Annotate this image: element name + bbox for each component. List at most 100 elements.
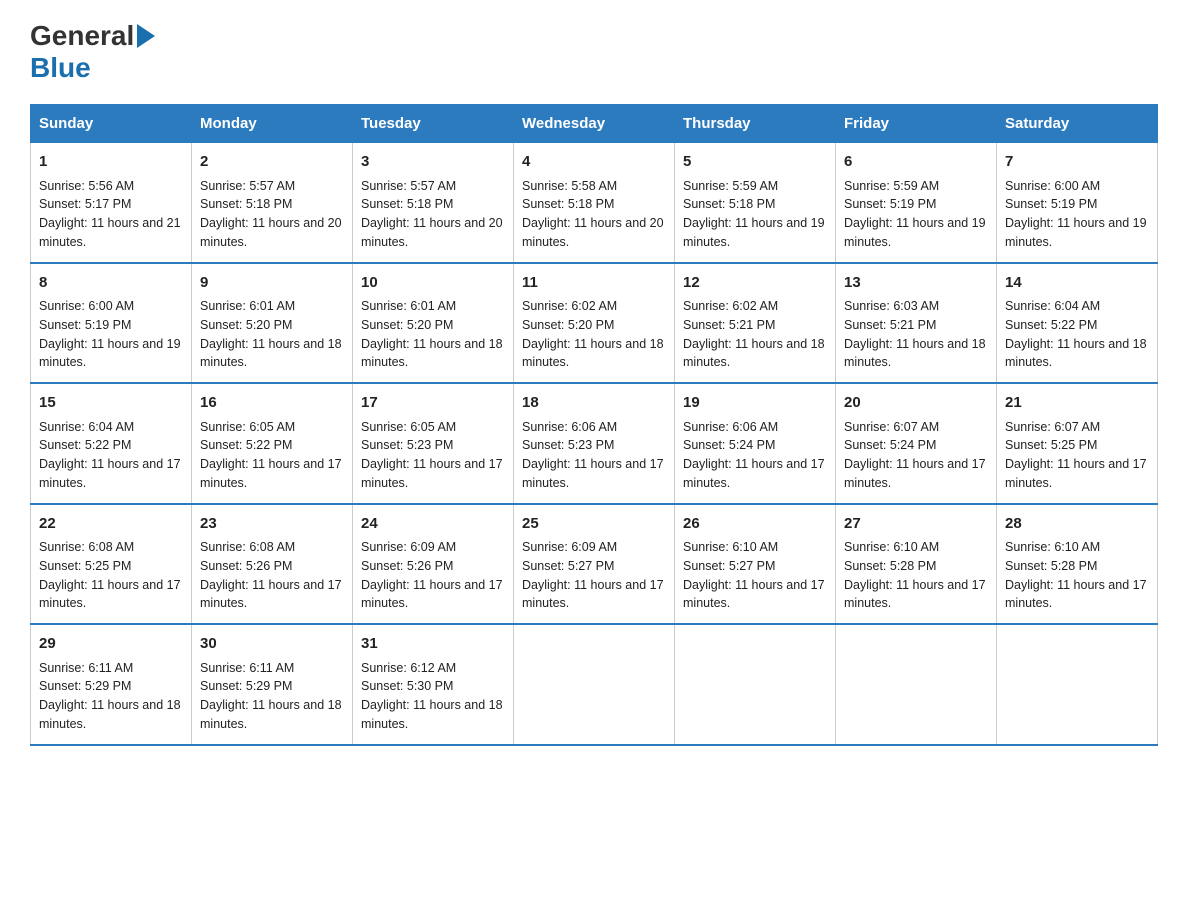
day-number: 1: [39, 151, 183, 174]
sunrise-info: Sunrise: 6:10 AM: [1005, 538, 1149, 557]
sunrise-info: Sunrise: 5:56 AM: [39, 177, 183, 196]
sunset-info: Sunset: 5:24 PM: [683, 436, 827, 455]
day-number: 19: [683, 392, 827, 415]
sunset-info: Sunset: 5:20 PM: [361, 316, 505, 335]
calendar-cell: 2Sunrise: 5:57 AMSunset: 5:18 PMDaylight…: [192, 143, 353, 263]
daylight-info: Daylight: 11 hours and 19 minutes.: [1005, 214, 1149, 252]
header-friday: Friday: [836, 105, 997, 143]
day-number: 10: [361, 272, 505, 295]
calendar-cell: [997, 624, 1158, 745]
day-number: 7: [1005, 151, 1149, 174]
calendar-cell: 12Sunrise: 6:02 AMSunset: 5:21 PMDayligh…: [675, 263, 836, 384]
sunrise-info: Sunrise: 6:07 AM: [844, 418, 988, 437]
calendar-cell: 25Sunrise: 6:09 AMSunset: 5:27 PMDayligh…: [514, 504, 675, 625]
calendar-cell: 3Sunrise: 5:57 AMSunset: 5:18 PMDaylight…: [353, 143, 514, 263]
sunset-info: Sunset: 5:18 PM: [522, 195, 666, 214]
sunset-info: Sunset: 5:29 PM: [200, 677, 344, 696]
sunset-info: Sunset: 5:19 PM: [39, 316, 183, 335]
daylight-info: Daylight: 11 hours and 17 minutes.: [522, 576, 666, 614]
sunset-info: Sunset: 5:24 PM: [844, 436, 988, 455]
daylight-info: Daylight: 11 hours and 18 minutes.: [200, 696, 344, 734]
day-number: 14: [1005, 272, 1149, 295]
daylight-info: Daylight: 11 hours and 19 minutes.: [844, 214, 988, 252]
sunset-info: Sunset: 5:29 PM: [39, 677, 183, 696]
daylight-info: Daylight: 11 hours and 19 minutes.: [39, 335, 183, 373]
daylight-info: Daylight: 11 hours and 21 minutes.: [39, 214, 183, 252]
day-number: 12: [683, 272, 827, 295]
header-monday: Monday: [192, 105, 353, 143]
daylight-info: Daylight: 11 hours and 17 minutes.: [361, 455, 505, 493]
sunrise-info: Sunrise: 6:11 AM: [39, 659, 183, 678]
logo-triangle-icon: [137, 24, 155, 48]
day-number: 24: [361, 513, 505, 536]
daylight-info: Daylight: 11 hours and 17 minutes.: [200, 576, 344, 614]
day-number: 2: [200, 151, 344, 174]
sunset-info: Sunset: 5:17 PM: [39, 195, 183, 214]
calendar-cell: 23Sunrise: 6:08 AMSunset: 5:26 PMDayligh…: [192, 504, 353, 625]
calendar-cell: 24Sunrise: 6:09 AMSunset: 5:26 PMDayligh…: [353, 504, 514, 625]
day-number: 11: [522, 272, 666, 295]
calendar-cell: 28 Sunrise: 6:10 AMSunset: 5:28 PMDayligh…: [997, 504, 1158, 625]
calendar-cell: 16Sunrise: 6:05 AMSunset: 5:22 PMDayligh…: [192, 383, 353, 504]
sunrise-info: Sunrise: 6:05 AM: [200, 418, 344, 437]
header-tuesday: Tuesday: [353, 105, 514, 143]
sunrise-info: Sunrise: 5:59 AM: [683, 177, 827, 196]
sunrise-info: Sunrise: 6:09 AM: [361, 538, 505, 557]
sunset-info: Sunset: 5:26 PM: [200, 557, 344, 576]
day-number: 25: [522, 513, 666, 536]
daylight-info: Daylight: 11 hours and 17 minutes.: [1005, 576, 1149, 614]
sunrise-info: Sunrise: 6:01 AM: [200, 297, 344, 316]
calendar-week-row: 29Sunrise: 6:11 AMSunset: 5:29 PMDayligh…: [31, 624, 1158, 745]
daylight-info: Daylight: 11 hours and 17 minutes.: [39, 455, 183, 493]
day-number: 31: [361, 633, 505, 656]
day-number: 26: [683, 513, 827, 536]
calendar-cell: 9Sunrise: 6:01 AMSunset: 5:20 PMDaylight…: [192, 263, 353, 384]
calendar-week-row: 22Sunrise: 6:08 AMSunset: 5:25 PMDayligh…: [31, 504, 1158, 625]
day-number: 18: [522, 392, 666, 415]
sunrise-info: Sunrise: 6:04 AM: [39, 418, 183, 437]
day-number: 9: [200, 272, 344, 295]
sunrise-info: Sunrise: 6:00 AM: [39, 297, 183, 316]
calendar-cell: 14Sunrise: 6:04 AMSunset: 5:22 PMDayligh…: [997, 263, 1158, 384]
day-number: 21: [1005, 392, 1149, 415]
header-wednesday: Wednesday: [514, 105, 675, 143]
day-number: 28: [1005, 513, 1149, 536]
logo: General Blue: [30, 20, 155, 84]
logo-general-text: General: [30, 20, 134, 52]
calendar-cell: 30Sunrise: 6:11 AMSunset: 5:29 PMDayligh…: [192, 624, 353, 745]
header-thursday: Thursday: [675, 105, 836, 143]
sunset-info: Sunset: 5:30 PM: [361, 677, 505, 696]
day-number: 8: [39, 272, 183, 295]
sunset-info: Sunset: 5:28 PM: [1005, 557, 1149, 576]
day-number: 15: [39, 392, 183, 415]
calendar-cell: 26Sunrise: 6:10 AMSunset: 5:27 PMDayligh…: [675, 504, 836, 625]
calendar-cell: 31Sunrise: 6:12 AMSunset: 5:30 PMDayligh…: [353, 624, 514, 745]
calendar-cell: 29Sunrise: 6:11 AMSunset: 5:29 PMDayligh…: [31, 624, 192, 745]
day-number: 13: [844, 272, 988, 295]
daylight-info: Daylight: 11 hours and 17 minutes.: [683, 576, 827, 614]
calendar-header-row: SundayMondayTuesdayWednesdayThursdayFrid…: [31, 105, 1158, 143]
sunrise-info: Sunrise: 6:05 AM: [361, 418, 505, 437]
calendar-cell: [675, 624, 836, 745]
calendar-cell: 4Sunrise: 5:58 AMSunset: 5:18 PMDaylight…: [514, 143, 675, 263]
calendar-cell: 8 Sunrise: 6:00 AMSunset: 5:19 PMDaylight…: [31, 263, 192, 384]
day-number: 16: [200, 392, 344, 415]
day-number: 23: [200, 513, 344, 536]
calendar-week-row: 8Sunrise: 6:00 AMSunset: 5:19 PMDaylight…: [31, 263, 1158, 384]
calendar-cell: 11Sunrise: 6:02 AMSunset: 5:20 PMDayligh…: [514, 263, 675, 384]
daylight-info: Daylight: 11 hours and 20 minutes.: [361, 214, 505, 252]
sunset-info: Sunset: 5:18 PM: [200, 195, 344, 214]
daylight-info: Daylight: 11 hours and 18 minutes.: [200, 335, 344, 373]
daylight-info: Daylight: 11 hours and 17 minutes.: [844, 576, 988, 614]
daylight-info: Daylight: 11 hours and 18 minutes.: [522, 335, 666, 373]
calendar-table: SundayMondayTuesdayWednesdayThursdayFrid…: [30, 104, 1158, 746]
daylight-info: Daylight: 11 hours and 18 minutes.: [361, 335, 505, 373]
sunrise-info: Sunrise: 5:57 AM: [361, 177, 505, 196]
sunrise-info: Sunrise: 6:12 AM: [361, 659, 505, 678]
calendar-week-row: 1Sunrise: 5:56 AMSunset: 5:17 PMDaylight…: [31, 143, 1158, 263]
sunrise-info: Sunrise: 6:10 AM: [683, 538, 827, 557]
sunset-info: Sunset: 5:23 PM: [522, 436, 666, 455]
sunset-info: Sunset: 5:22 PM: [200, 436, 344, 455]
sunrise-info: Sunrise: 5:58 AM: [522, 177, 666, 196]
sunset-info: Sunset: 5:20 PM: [522, 316, 666, 335]
